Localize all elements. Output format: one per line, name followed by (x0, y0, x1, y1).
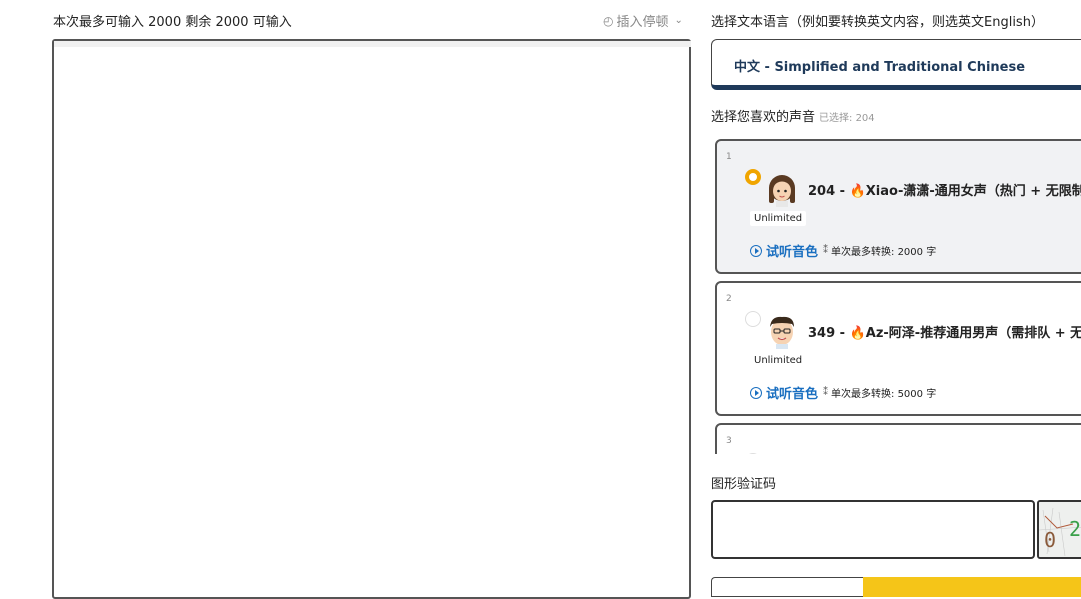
voice-preview: 试听音色 ⁑ 单次最多转换: 2000 字 (750, 241, 936, 260)
fire-icon: 🔥 (849, 184, 866, 199)
voice-id: 204 - (808, 184, 850, 199)
voice-title: Az-阿泽-推荐通用男声（需排队 + 无 (865, 326, 1081, 341)
play-circle-icon[interactable] (750, 386, 762, 399)
captcha-noise-graphic: 0 2 (1039, 502, 1081, 557)
fire-icon: 🔥 (849, 326, 866, 341)
captcha-char-1: 0 (1044, 528, 1056, 552)
voice-radio[interactable] (745, 311, 761, 327)
text-input-area[interactable] (52, 39, 691, 599)
chevron-down-icon: ⌄ (674, 15, 683, 26)
voice-selected-note: 已选择: 204 (819, 113, 875, 124)
voice-preview: 试听音色 ⁑ 单次最多转换: 5000 字 (750, 383, 936, 402)
voice-id: 349 - (808, 326, 850, 341)
convert-button[interactable] (863, 577, 1081, 597)
captcha-char-2: 2 (1069, 517, 1081, 541)
language-selected-value: 中文 - Simplified and Traditional Chinese (734, 60, 1026, 75)
voice-card[interactable]: 2 349 - 🔥Az-阿泽-推荐通用男声（需排队 + 无 Unlimited … (715, 281, 1081, 416)
max-chars-note: 单次最多转换: 2000 字 (831, 247, 937, 258)
captcha-input[interactable] (711, 500, 1035, 559)
insert-pause-label: 插入停顿 (616, 15, 669, 30)
voice-label: 选择您喜欢的声音 已选择: 204 (711, 106, 875, 125)
voice-list[interactable]: 1 204 - 🔥Xiao-潇潇-通用女声（热门 + 无限制 Unlimited… (711, 136, 1081, 454)
clock-icon: ◴ (603, 13, 614, 28)
voice-card-number: 2 (726, 294, 732, 304)
voice-card-number: 1 (726, 152, 732, 162)
language-select[interactable]: 中文 - Simplified and Traditional Chinese (711, 39, 1081, 90)
preview-voice-link[interactable]: 试听音色 (766, 241, 818, 260)
preview-voice-link[interactable]: 试听音色 (766, 383, 818, 402)
voice-card[interactable]: 1 204 - 🔥Xiao-潇潇-通用女声（热门 + 无限制 Unlimited… (715, 139, 1081, 274)
unlimited-badge: Unlimited (750, 211, 807, 226)
text-area-top-band (54, 41, 691, 47)
max-chars-note: 单次最多转换: 5000 字 (831, 389, 937, 400)
sparkle-icon: ⁑ (823, 245, 829, 256)
voice-radio[interactable] (745, 169, 761, 185)
language-label: 选择文本语言（例如要转换英文内容，则选英文English） (711, 15, 1044, 30)
voice-title: Xiao-潇潇-通用女声（热门 + 无限制 (865, 184, 1081, 199)
char-counter: 本次最多可输入 2000 剩余 2000 可输入 (53, 15, 292, 30)
sparkle-icon: ⁑ (823, 387, 829, 398)
voice-card-number: 3 (726, 436, 732, 446)
voice-name: 349 - 🔥Az-阿泽-推荐通用男声（需排队 + 无 (808, 322, 1081, 341)
captcha-label: 图形验证码 (711, 477, 777, 492)
male-avatar-icon (770, 316, 794, 349)
unlimited-badge: Unlimited (750, 353, 807, 368)
voice-name: 204 - 🔥Xiao-潇潇-通用女声（热门 + 无限制 (808, 180, 1081, 199)
voice-card[interactable]: 3 (715, 423, 1081, 454)
play-circle-icon[interactable] (750, 244, 762, 257)
female-avatar-icon (769, 175, 795, 207)
secondary-action-button[interactable] (711, 577, 863, 597)
voice-radio[interactable] (745, 453, 761, 454)
insert-pause-dropdown[interactable]: ◴ 插入停顿 ⌄ (603, 11, 683, 31)
voice-label-text: 选择您喜欢的声音 (711, 110, 816, 125)
captcha-image[interactable]: 0 2 (1037, 500, 1081, 559)
